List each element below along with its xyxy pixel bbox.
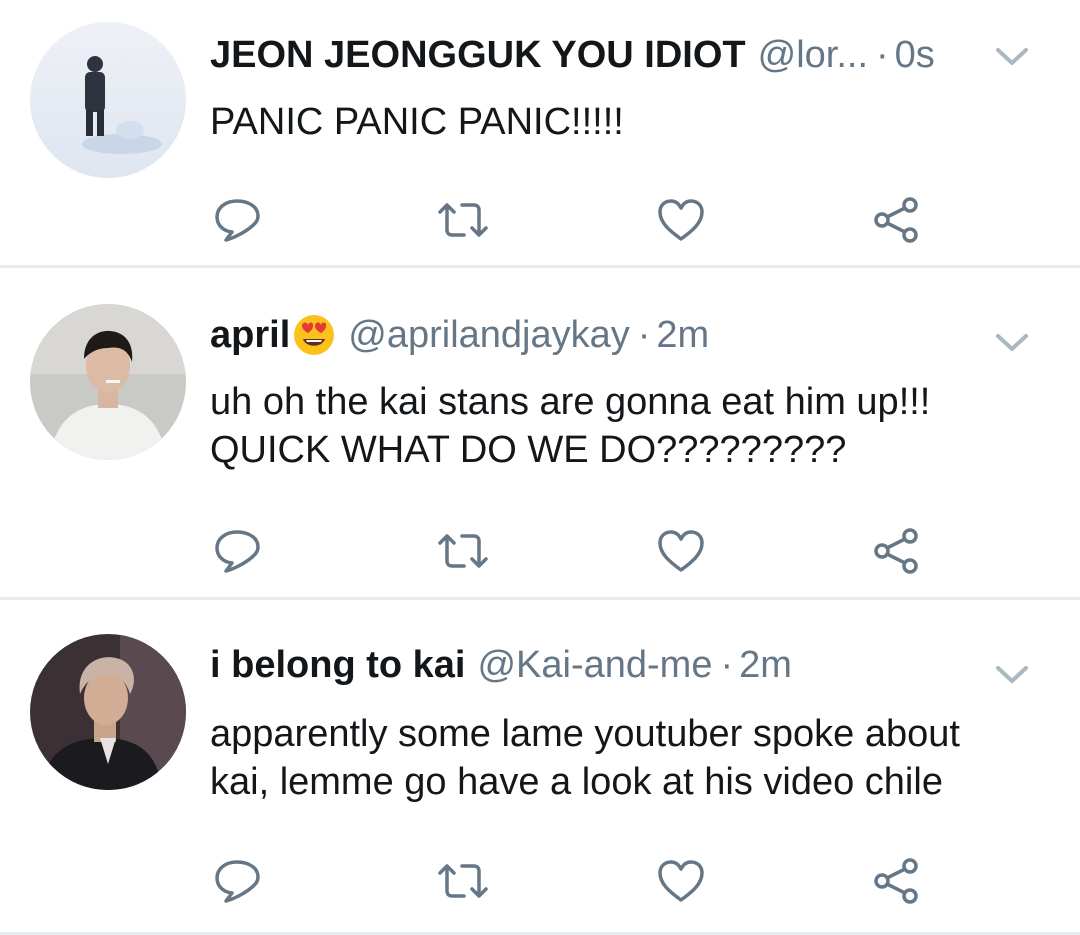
- timestamp[interactable]: 0s: [895, 30, 935, 80]
- chevron-down-icon[interactable]: [994, 330, 1030, 354]
- tweet-text-line: kai, lemme go have a look at his video c…: [210, 761, 943, 803]
- display-name[interactable]: i belong to kai: [210, 640, 465, 690]
- share-icon: [872, 526, 922, 576]
- like-button[interactable]: [654, 195, 708, 245]
- heart-icon: [656, 197, 706, 243]
- share-button[interactable]: [870, 526, 924, 576]
- like-button[interactable]: [654, 526, 708, 576]
- tweet-text-line: PANIC PANIC PANIC!!!!!: [210, 101, 624, 143]
- tweet-actions: [210, 856, 930, 906]
- separator-dot: ·: [876, 34, 889, 76]
- avatar[interactable]: [30, 634, 186, 790]
- reply-icon: [212, 858, 262, 904]
- timestamp[interactable]: 2m: [739, 640, 792, 690]
- heart-icon: [656, 858, 706, 904]
- tweet-header: JEON JEONGGUK YOU IDIOT @lor... · 0s: [210, 30, 1070, 80]
- user-handle[interactable]: @Kai-and-me: [477, 640, 712, 690]
- retweet-icon: [436, 531, 490, 571]
- separator-dot: ·: [720, 644, 734, 686]
- share-button[interactable]: [870, 856, 924, 906]
- separator-dot: ·: [637, 314, 651, 356]
- share-button[interactable]: [870, 195, 924, 245]
- tweet[interactable]: JEON JEONGGUK YOU IDIOT @lor... · 0s PAN…: [0, 0, 1080, 268]
- tweet-text: uh oh the kai stans are gonna eat him up…: [210, 378, 1060, 474]
- tweet-actions: [210, 195, 930, 245]
- display-name[interactable]: JEON JEONGGUK YOU IDIOT: [210, 30, 746, 80]
- reply-icon: [212, 528, 262, 574]
- retweet-button[interactable]: [436, 195, 490, 245]
- tweet-text-line: uh oh the kai stans are gonna eat him up…: [210, 381, 931, 423]
- tweet-header: i belong to kai @Kai-and-me · 2m: [210, 640, 1070, 690]
- like-button[interactable]: [654, 856, 708, 906]
- timestamp[interactable]: 2m: [656, 310, 709, 360]
- heart-icon: [656, 528, 706, 574]
- retweet-button[interactable]: [436, 526, 490, 576]
- tweet-text: apparently some lame youtuber spoke abou…: [210, 710, 1060, 806]
- retweet-icon: [436, 861, 490, 901]
- tweet[interactable]: i belong to kai @Kai-and-me · 2m apparen…: [0, 600, 1080, 935]
- reply-button[interactable]: [210, 195, 264, 245]
- user-handle[interactable]: @lor...: [758, 30, 868, 80]
- share-icon: [872, 195, 922, 245]
- heart-eyes-emoji: [292, 313, 336, 357]
- tweet-text-line: apparently some lame youtuber spoke abou…: [210, 713, 960, 755]
- tweet-text: PANIC PANIC PANIC!!!!!: [210, 98, 1060, 146]
- tweet-header: april @aprilandjaykay · 2m: [210, 310, 1070, 360]
- user-handle[interactable]: @aprilandjaykay: [348, 310, 630, 360]
- retweet-icon: [436, 200, 490, 240]
- avatar[interactable]: [30, 304, 186, 460]
- chevron-down-icon[interactable]: [994, 662, 1030, 686]
- tweet-actions: [210, 526, 930, 576]
- tweet[interactable]: april @aprilandjaykay · 2m uh oh the kai…: [0, 268, 1080, 600]
- chevron-down-icon[interactable]: [994, 44, 1030, 68]
- display-name[interactable]: april: [210, 310, 290, 360]
- retweet-button[interactable]: [436, 856, 490, 906]
- reply-icon: [212, 197, 262, 243]
- reply-button[interactable]: [210, 856, 264, 906]
- share-icon: [872, 856, 922, 906]
- tweet-text-line: QUICK WHAT DO WE DO?????????: [210, 429, 847, 471]
- reply-button[interactable]: [210, 526, 264, 576]
- avatar[interactable]: [30, 22, 186, 178]
